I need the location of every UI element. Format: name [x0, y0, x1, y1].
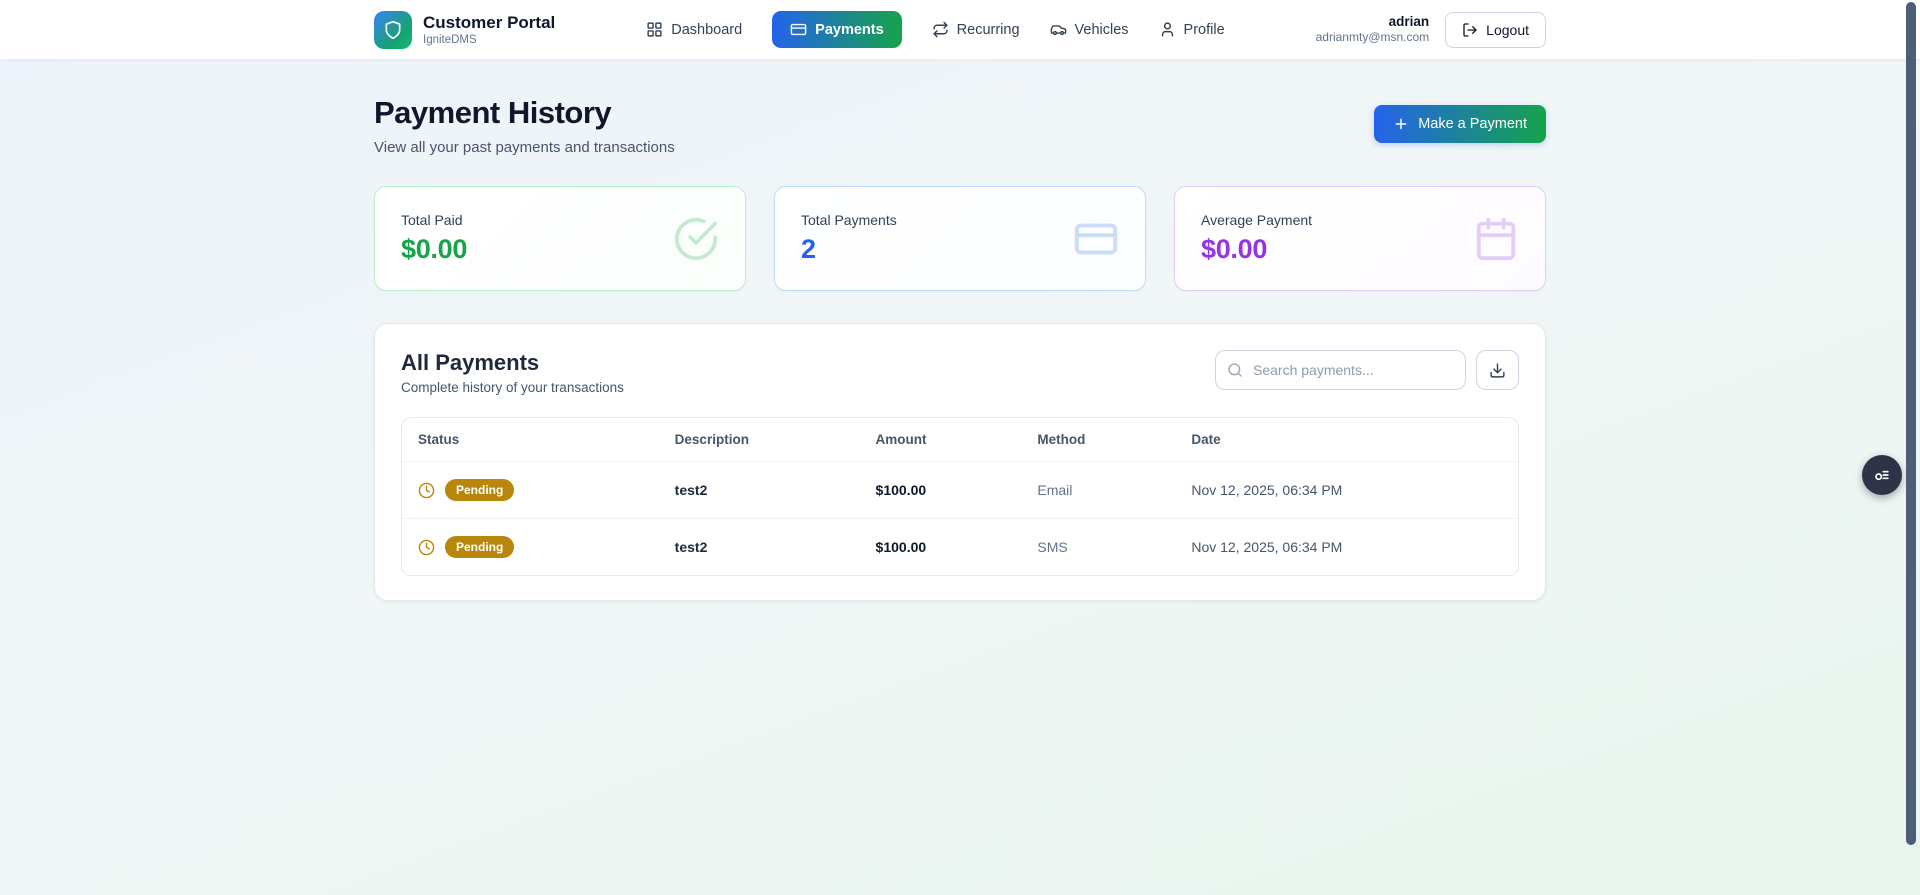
main-nav: Dashboard Payments Recurring Vehicles Pr… [555, 11, 1315, 48]
logout-icon [1462, 22, 1478, 38]
download-icon [1489, 362, 1506, 379]
clock-icon [418, 539, 435, 556]
download-button[interactable] [1476, 350, 1519, 390]
payment-date: Nov 12, 2025, 06:34 PM [1175, 518, 1518, 575]
repeat-icon [932, 21, 949, 38]
payment-method: SMS [1021, 518, 1176, 575]
nav-label: Recurring [956, 21, 1020, 38]
check-circle-icon [673, 216, 719, 262]
search-input[interactable] [1215, 350, 1466, 390]
shield-logo-icon [374, 10, 412, 49]
nav-label: Payments [815, 21, 884, 38]
stats-row: Total Paid $0.00 Total Payments 2 Averag… [374, 186, 1546, 291]
user-name: adrian [1388, 13, 1430, 29]
feedback-widget-button[interactable] [1862, 455, 1902, 495]
table-row[interactable]: Pending test2 $100.00 Email Nov 12, 2025… [402, 461, 1518, 519]
nav-item-profile[interactable]: Profile [1159, 21, 1225, 38]
payment-date: Nov 12, 2025, 06:34 PM [1175, 461, 1518, 519]
column-header-amount: Amount [875, 432, 927, 447]
column-header-description: Description [674, 432, 749, 447]
all-payments-panel: All Payments Complete history of your tr… [374, 323, 1546, 601]
column-header-method: Method [1037, 432, 1086, 447]
nav-item-payments[interactable]: Payments [772, 11, 902, 48]
main-content: Payment History View all your past payme… [374, 60, 1546, 601]
make-payment-label: Make a Payment [1418, 116, 1527, 132]
column-header-status: Status [418, 432, 460, 447]
nav-item-dashboard[interactable]: Dashboard [646, 21, 742, 38]
page-subtitle: View all your past payments and transact… [374, 139, 675, 156]
stat-value: $0.00 [401, 234, 468, 264]
nav-item-recurring[interactable]: Recurring [932, 21, 1020, 38]
plus-icon [1393, 116, 1409, 132]
nav-label: Dashboard [671, 21, 743, 38]
top-navbar: Customer Portal IgniteDMS Dashboard Paym… [0, 0, 1920, 60]
scrollbar[interactable] [1906, 2, 1916, 845]
payments-table: Status Description Amount Method Date Pe… [401, 417, 1519, 576]
status-badge: Pending [445, 479, 515, 501]
user-info: adrian adrianmty@msn.com [1316, 13, 1430, 46]
column-header-date: Date [1191, 432, 1221, 447]
grid-icon [646, 21, 663, 38]
user-icon [1159, 21, 1176, 38]
stat-label: Total Payments [801, 212, 897, 228]
calendar-icon [1473, 216, 1519, 262]
table-header-row: Status Description Amount Method Date [402, 418, 1518, 462]
brand-subtitle: IgniteDMS [423, 33, 477, 46]
nav-label: Profile [1183, 21, 1225, 38]
clock-icon [418, 482, 435, 499]
nav-label: Vehicles [1074, 21, 1129, 38]
payment-amount: $100.00 [859, 518, 1022, 575]
payment-amount: $100.00 [859, 461, 1022, 519]
table-row[interactable]: Pending test2 $100.00 SMS Nov 12, 2025, … [402, 518, 1518, 575]
car-icon [1050, 21, 1067, 38]
payment-description: test2 [658, 518, 860, 575]
logout-button[interactable]: Logout [1445, 11, 1546, 48]
stat-card-total-payments: Total Payments 2 [774, 186, 1146, 291]
stat-card-total-paid: Total Paid $0.00 [374, 186, 746, 291]
stat-label: Total Paid [401, 212, 463, 228]
list-circle-icon [1872, 465, 1892, 485]
stat-value: 2 [801, 234, 816, 264]
stat-value: $0.00 [1201, 234, 1268, 264]
panel-subtitle: Complete history of your transactions [401, 380, 624, 395]
panel-title: All Payments [401, 350, 540, 375]
credit-card-icon [790, 21, 807, 38]
make-payment-button[interactable]: Make a Payment [1374, 105, 1546, 143]
stat-card-average-payment: Average Payment $0.00 [1174, 186, 1546, 291]
user-email: adrianmty@msn.com [1315, 30, 1430, 45]
credit-card-icon [1073, 216, 1119, 262]
brand-title: Customer Portal [423, 13, 556, 33]
logout-label: Logout [1486, 21, 1529, 38]
stat-label: Average Payment [1201, 212, 1313, 228]
brand: Customer Portal IgniteDMS [374, 10, 556, 49]
nav-item-vehicles[interactable]: Vehicles [1050, 21, 1129, 38]
payment-description: test2 [658, 461, 860, 519]
status-badge: Pending [445, 536, 515, 558]
page-title: Payment History [374, 95, 612, 130]
payment-method: Email [1021, 461, 1176, 519]
